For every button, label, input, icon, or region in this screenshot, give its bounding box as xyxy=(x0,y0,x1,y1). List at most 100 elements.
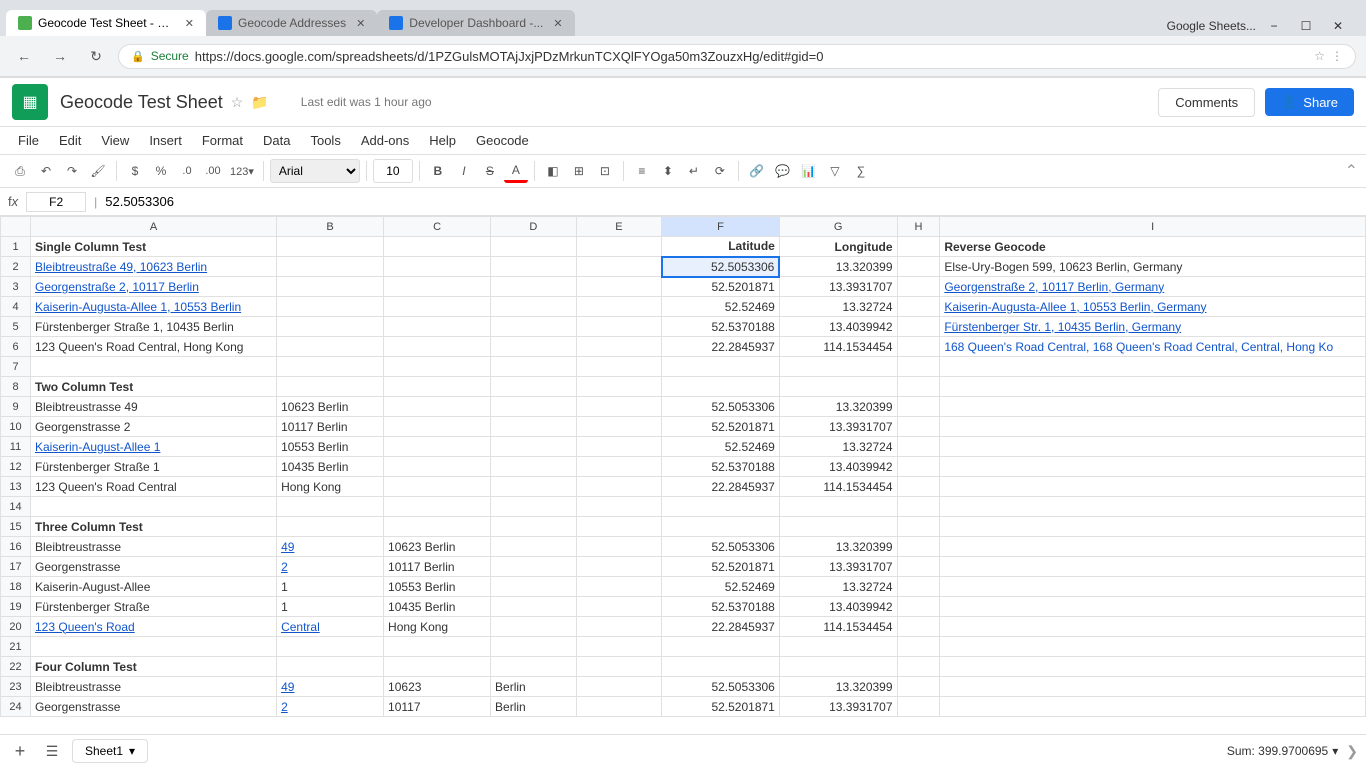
cell-23-d[interactable]: Berlin xyxy=(491,677,577,697)
back-button[interactable]: ← xyxy=(10,42,38,70)
table-row[interactable]: 15Three Column Test xyxy=(1,517,1366,537)
paint-format-button[interactable]: 🖌 xyxy=(86,159,110,183)
cell-12-c[interactable] xyxy=(384,457,491,477)
table-row[interactable]: 4Kaiserin-Augusta-Allee 1, 10553 Berlin5… xyxy=(1,297,1366,317)
menu-addons[interactable]: Add-ons xyxy=(351,129,419,152)
row-header-3[interactable]: 3 xyxy=(1,277,31,297)
cell-20-d[interactable] xyxy=(491,617,577,637)
cell-19-a[interactable]: Fürstenberger Straße xyxy=(31,597,277,617)
row-header-13[interactable]: 13 xyxy=(1,477,31,497)
cell-5-d[interactable] xyxy=(491,317,577,337)
chart-button[interactable]: 📊 xyxy=(797,159,821,183)
cell-2-f[interactable]: 52.5053306 xyxy=(662,257,780,277)
cell-11-i[interactable] xyxy=(940,437,1366,457)
cell-23-h[interactable] xyxy=(897,677,940,697)
cell-5-a[interactable]: Fürstenberger Straße 1, 10435 Berlin xyxy=(31,317,277,337)
col-header-b[interactable]: B xyxy=(277,217,384,237)
cell-9-c[interactable] xyxy=(384,397,491,417)
cell-8-e[interactable] xyxy=(576,377,662,397)
cell-13-h[interactable] xyxy=(897,477,940,497)
row-header-18[interactable]: 18 xyxy=(1,577,31,597)
cell-20-e[interactable] xyxy=(576,617,662,637)
cell-10-f[interactable]: 52.5201871 xyxy=(662,417,780,437)
cell-16-d[interactable] xyxy=(491,537,577,557)
cell-16-g[interactable]: 13.320399 xyxy=(779,537,897,557)
cell-3-b[interactable] xyxy=(277,277,384,297)
menu-format[interactable]: Format xyxy=(192,129,253,152)
cell-13-b[interactable]: Hong Kong xyxy=(277,477,384,497)
row-header-16[interactable]: 16 xyxy=(1,537,31,557)
cell-6-a[interactable]: 123 Queen's Road Central, Hong Kong xyxy=(31,337,277,357)
cell-16-a[interactable]: Bleibtreustrasse xyxy=(31,537,277,557)
cell-14-f[interactable] xyxy=(662,497,780,517)
cell-17-c[interactable]: 10117 Berlin xyxy=(384,557,491,577)
cell-12-d[interactable] xyxy=(491,457,577,477)
table-row[interactable]: 18Kaiserin-August-Allee110553 Berlin52.5… xyxy=(1,577,1366,597)
cell-10-i[interactable] xyxy=(940,417,1366,437)
cell-14-h[interactable] xyxy=(897,497,940,517)
cell-13-i[interactable] xyxy=(940,477,1366,497)
cell-12-f[interactable]: 52.5370188 xyxy=(662,457,780,477)
cell-5-h[interactable] xyxy=(897,317,940,337)
filter-button[interactable]: ▽ xyxy=(823,159,847,183)
table-row[interactable]: 16Bleibtreustrasse4910623 Berlin52.50533… xyxy=(1,537,1366,557)
tab-geocode-test[interactable]: Geocode Test Sheet - Go... ✕ xyxy=(6,10,206,36)
cell-20-f[interactable]: 22.2845937 xyxy=(662,617,780,637)
cell-22-d[interactable] xyxy=(491,657,577,677)
cell-3-i[interactable]: Georgenstraße 2, 10117 Berlin, Germany xyxy=(940,277,1366,297)
table-row[interactable]: 9Bleibtreustrasse 4910623 Berlin52.50533… xyxy=(1,397,1366,417)
cell-4-f[interactable]: 52.52469 xyxy=(662,297,780,317)
cell-4-a[interactable]: Kaiserin-Augusta-Allee 1, 10553 Berlin xyxy=(31,297,277,317)
cell-23-i[interactable] xyxy=(940,677,1366,697)
cell-21-a[interactable] xyxy=(31,637,277,657)
menu-tools[interactable]: Tools xyxy=(300,129,350,152)
cell-10-c[interactable] xyxy=(384,417,491,437)
cell-16-f[interactable]: 52.5053306 xyxy=(662,537,780,557)
scroll-right-icon[interactable]: ❯ xyxy=(1346,743,1358,760)
cell-7-d[interactable] xyxy=(491,357,577,377)
cell-5-f[interactable]: 52.5370188 xyxy=(662,317,780,337)
cell-23-f[interactable]: 52.5053306 xyxy=(662,677,780,697)
cell-22-c[interactable] xyxy=(384,657,491,677)
bookmark-icon[interactable]: ☆ xyxy=(1314,49,1325,63)
cell-1-i[interactable]: Reverse Geocode xyxy=(940,237,1366,257)
cell-24-g[interactable]: 13.3931707 xyxy=(779,697,897,717)
cell-8-g[interactable] xyxy=(779,377,897,397)
cell-15-f[interactable] xyxy=(662,517,780,537)
cell-13-f[interactable]: 22.2845937 xyxy=(662,477,780,497)
cell-19-f[interactable]: 52.5370188 xyxy=(662,597,780,617)
cell-15-e[interactable] xyxy=(576,517,662,537)
cell-3-c[interactable] xyxy=(384,277,491,297)
cell-13-a[interactable]: 123 Queen's Road Central xyxy=(31,477,277,497)
row-header-9[interactable]: 9 xyxy=(1,397,31,417)
close-button[interactable]: ✕ xyxy=(1324,16,1352,36)
align-v-button[interactable]: ⬍ xyxy=(656,159,680,183)
cell-14-i[interactable] xyxy=(940,497,1366,517)
cell-6-i[interactable]: 168 Queen's Road Central, 168 Queen's Ro… xyxy=(940,337,1366,357)
italic-button[interactable]: I xyxy=(452,159,476,183)
cell-11-d[interactable] xyxy=(491,437,577,457)
cell-19-b[interactable]: 1 xyxy=(277,597,384,617)
cell-10-g[interactable]: 13.3931707 xyxy=(779,417,897,437)
cell-21-b[interactable] xyxy=(277,637,384,657)
col-header-h[interactable]: H xyxy=(897,217,940,237)
cell-21-g[interactable] xyxy=(779,637,897,657)
cell-24-c[interactable]: 10117 xyxy=(384,697,491,717)
sheet-tab-1[interactable]: Sheet1 ▾ xyxy=(72,739,148,763)
cell-22-i[interactable] xyxy=(940,657,1366,677)
cell-12-h[interactable] xyxy=(897,457,940,477)
cell-1-a[interactable]: Single Column Test xyxy=(31,237,277,257)
cell-2-d[interactable] xyxy=(491,257,577,277)
cell-14-e[interactable] xyxy=(576,497,662,517)
row-header-19[interactable]: 19 xyxy=(1,597,31,617)
table-row[interactable]: 22Four Column Test xyxy=(1,657,1366,677)
cell-22-f[interactable] xyxy=(662,657,780,677)
cell-12-e[interactable] xyxy=(576,457,662,477)
tab-geocode-addresses[interactable]: Geocode Addresses ✕ xyxy=(206,10,377,36)
cell-7-e[interactable] xyxy=(576,357,662,377)
cell-8-h[interactable] xyxy=(897,377,940,397)
row-header-10[interactable]: 10 xyxy=(1,417,31,437)
refresh-button[interactable]: ↻ xyxy=(82,42,110,70)
cell-13-g[interactable]: 114.1534454 xyxy=(779,477,897,497)
cell-12-a[interactable]: Fürstenberger Straße 1 xyxy=(31,457,277,477)
